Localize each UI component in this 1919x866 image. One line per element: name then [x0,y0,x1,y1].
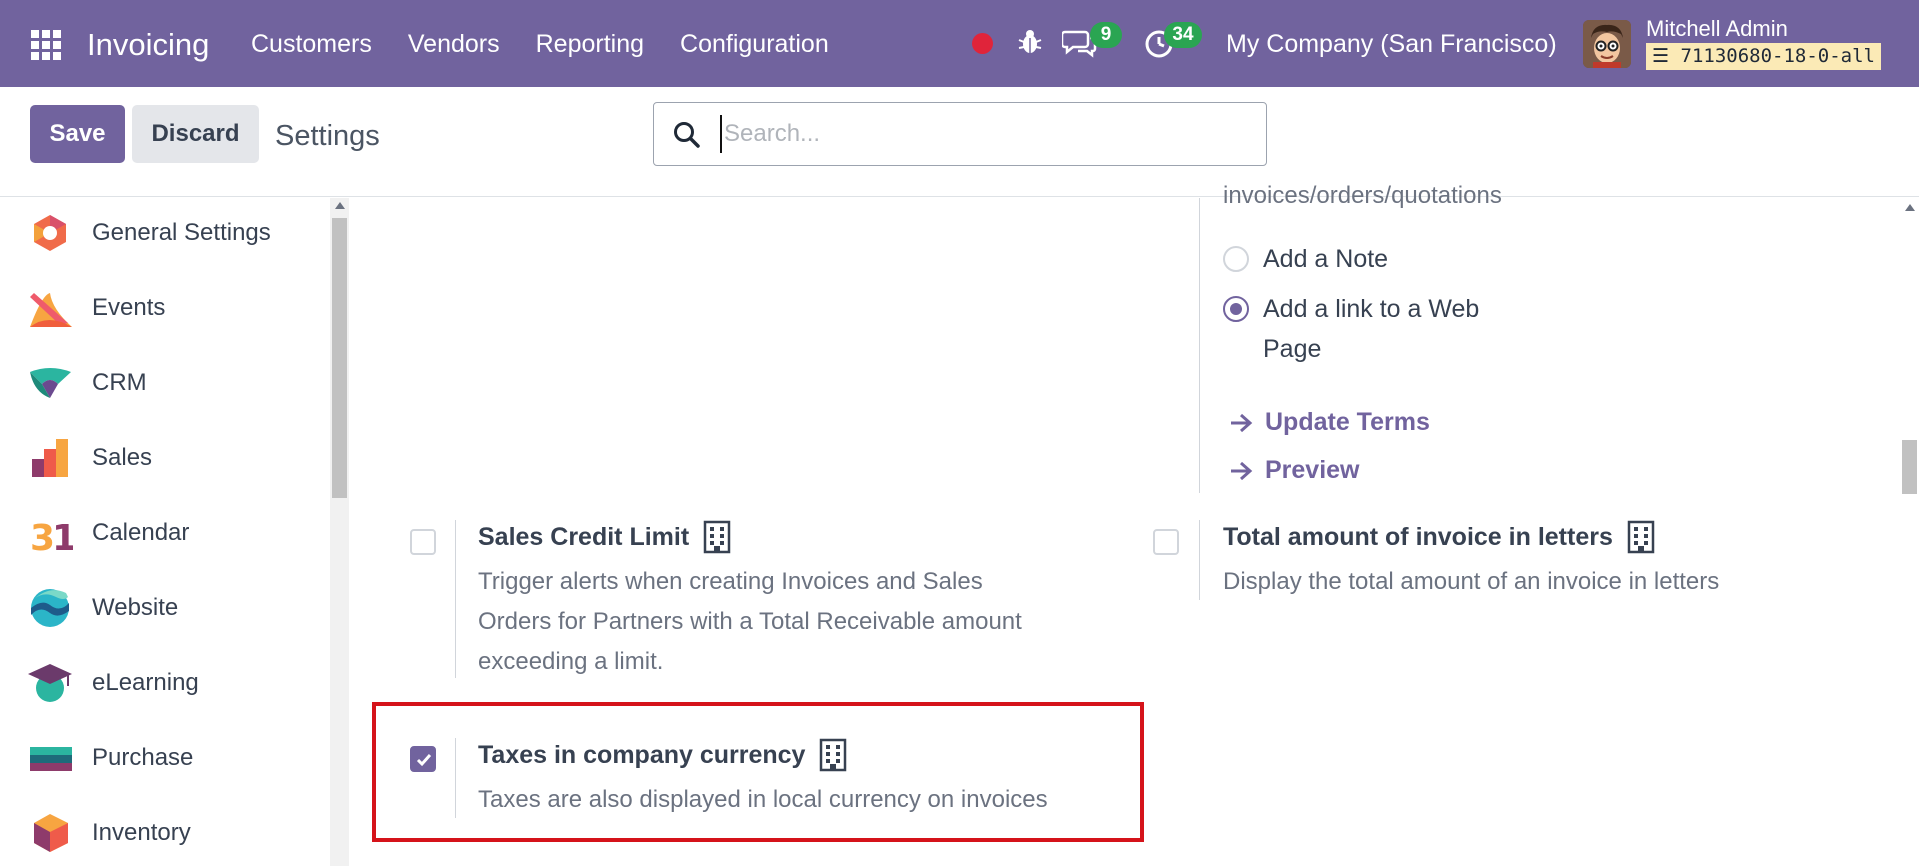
company-building-icon [703,520,731,554]
purchase-icon [30,747,72,771]
database-name: 71130680-18-0-all [1680,45,1875,67]
apps-grid-icon[interactable] [31,30,63,60]
radio-add-link-label-2: Page [1263,335,1322,363]
divider [1199,198,1200,493]
sales-credit-limit-desc-2: Orders for Partners with a Total Receiva… [478,608,1022,635]
menu-vendors[interactable]: Vendors [408,30,500,59]
preview-label: Preview [1265,456,1360,484]
events-icon [30,293,72,327]
sales-credit-limit-title: Sales Credit Limit [478,520,731,554]
app-name[interactable]: Invoicing [87,27,209,63]
company-switcher[interactable]: My Company (San Francisco) [1226,30,1557,59]
activity-count-badge: 34 [1164,22,1202,48]
sidebar-item-label: Calendar [92,519,190,546]
sidebar-item-label: General Settings [92,219,271,246]
inventory-icon [34,814,68,852]
radio-add-link[interactable] [1223,296,1249,322]
elearning-icon [28,664,72,702]
sidebar-item-inventory[interactable]: Inventory [28,808,191,858]
crm-icon [30,368,71,398]
radio-add-note-label: Add a Note [1263,245,1389,273]
main-scrollbar[interactable] [1900,198,1919,866]
radio-add-note[interactable] [1223,246,1249,272]
sidebar-item-label: Inventory [92,819,191,846]
search-input[interactable] [720,115,1240,153]
sales-icon [32,439,68,477]
top-navbar: Invoicing Customers Vendors Reporting Co… [0,0,1919,87]
sales-credit-limit-label: Sales Credit Limit [478,522,690,551]
search-icon [674,122,700,148]
menu-configuration[interactable]: Configuration [680,30,829,59]
total-in-letters-checkbox[interactable] [1153,529,1179,555]
calendar-icon: 3 1 [30,518,73,554]
sidebar-item-elearning[interactable]: eLearning [28,658,199,708]
save-button[interactable]: Save [30,105,125,163]
website-icon [31,589,69,627]
sidebar-item-website[interactable]: Website [28,583,178,633]
avatar[interactable] [1583,20,1631,68]
truncated-description: invoices/orders/quotations [1223,182,1502,209]
update-terms-label: Update Terms [1265,408,1430,436]
settings-sidebar: General Settings Events CRM Sales 3 1 Ca… [0,198,330,866]
sales-credit-limit-desc-1: Trigger alerts when creating Invoices an… [478,568,983,595]
user-name[interactable]: Mitchell Admin [1646,16,1788,42]
scroll-up-arrow-icon[interactable] [335,202,345,209]
total-in-letters-desc: Display the total amount of an invoice i… [1223,568,1720,595]
menu-reporting[interactable]: Reporting [536,30,644,59]
divider [1199,520,1200,600]
sidebar-item-label: Events [92,294,166,321]
total-in-letters-label: Total amount of invoice in letters [1223,522,1613,551]
main-scroll-thumb[interactable] [1902,440,1917,494]
company-building-icon [1627,520,1655,554]
sidebar-item-label: Website [92,594,179,621]
radio-add-link-label: Add a link to a Web [1263,295,1480,323]
total-in-letters-title: Total amount of invoice in letters [1223,520,1655,554]
arrow-right-icon [1231,461,1253,480]
sidebar-item-general-settings[interactable]: General Settings [28,208,271,258]
arrow-right-icon [1231,413,1253,432]
sales-credit-limit-checkbox[interactable] [410,529,436,555]
chat-count-badge: 9 [1090,22,1122,48]
sidebar-item-sales[interactable]: Sales [28,433,152,483]
sidebar-item-label: eLearning [92,669,199,696]
sidebar-item-label: Purchase [92,744,194,771]
discard-button[interactable]: Discard [132,105,259,163]
sidebar-item-calendar[interactable]: 3 1 Calendar [28,508,189,558]
svg-text:1: 1 [52,518,73,554]
menu-customers[interactable]: Customers [251,30,372,59]
sales-credit-limit-desc-3: exceeding a limit. [478,648,664,675]
preview-link[interactable]: Preview [1229,456,1360,485]
search-box[interactable] [653,102,1267,166]
sidebar-item-crm[interactable]: CRM [28,358,147,408]
general-settings-icon [34,215,66,251]
database-icon: ☰ [1652,45,1670,67]
control-panel: Save Discard Settings [0,87,1919,197]
scroll-up-arrow-icon[interactable] [1905,204,1915,211]
sidebar-scrollbar[interactable] [330,198,349,866]
sidebar-item-label: Sales [92,444,153,471]
recording-dot-icon[interactable] [972,33,993,54]
bug-icon[interactable] [1017,28,1043,56]
sidebar-item-label: CRM [92,369,147,396]
main-menu: Customers Vendors Reporting Configuratio… [251,30,829,59]
sidebar-scroll-thumb[interactable] [332,218,347,498]
update-terms-link[interactable]: Update Terms [1229,408,1430,437]
sidebar-item-purchase[interactable]: Purchase [28,733,193,783]
page-title: Settings [275,120,380,152]
divider [455,520,456,678]
highlight-box [372,702,1144,842]
sidebar-item-events[interactable]: Events [28,283,165,333]
database-chip: ☰ 71130680-18-0-all [1646,43,1881,70]
